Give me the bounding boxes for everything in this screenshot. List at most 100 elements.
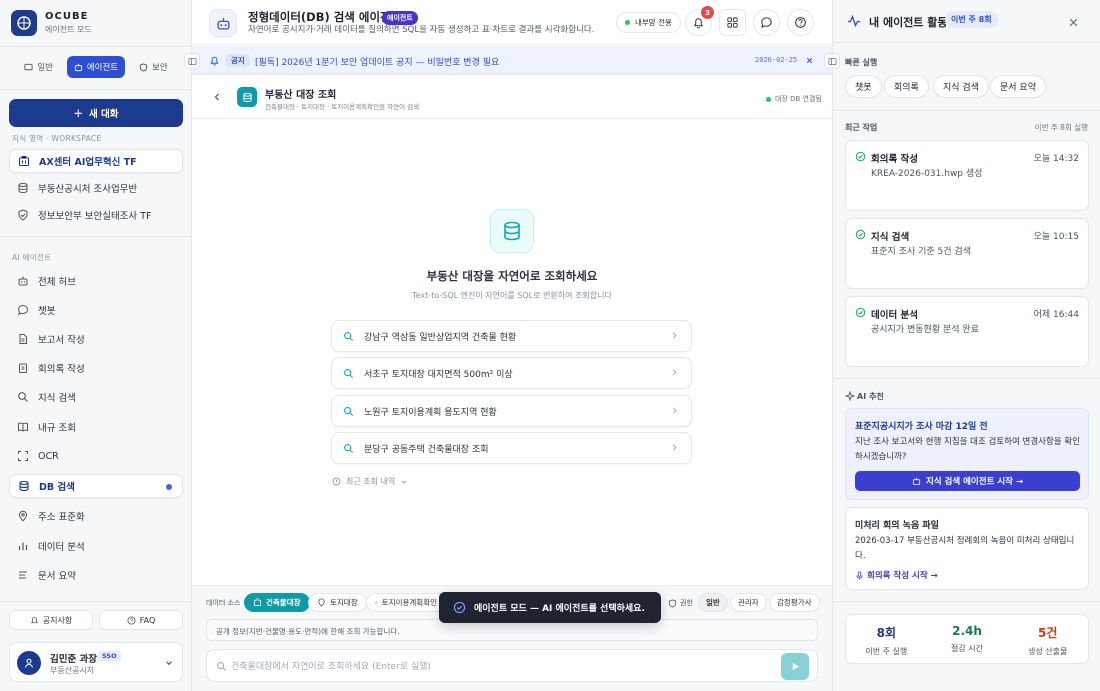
mode-agent[interactable]: 에이전트 — [67, 56, 125, 78]
sidebar-item-knowledge[interactable]: 지식 검색 — [9, 385, 183, 409]
mode-label: 보안 — [152, 63, 168, 73]
start-knowledge-agent-button[interactable]: 지식 검색 에이전트 시작 → — [855, 471, 1080, 491]
sidebar-item-chatbot[interactable]: 챗봇 — [9, 298, 183, 322]
start-minutes-link[interactable]: 회의록 작성 시작 → — [855, 569, 938, 581]
notice-button[interactable]: 공지사항 — [9, 610, 93, 630]
sidebar-item-summary[interactable]: 문서 요약 — [9, 563, 183, 587]
new-chat-button[interactable]: ＋ 새 대화 — [9, 99, 183, 127]
notice-text[interactable]: [필독] 2026년 1분기 보안 업데이트 공지 — 비밀번호 변경 필요 — [255, 55, 499, 68]
sidebar-item-label: 보고서 작성 — [38, 335, 85, 346]
help-icon — [795, 17, 806, 28]
sidebar-item-db-search[interactable]: DB 검색 — [9, 474, 183, 498]
task-card[interactable]: 회의록 작성 오늘 14:32 KREA-2026-031.hwp 생성 — [845, 140, 1089, 211]
notice-banner[interactable]: 공지 [필독] 2026년 1분기 보안 업데이트 공지 — 비밀번호 변경 필… — [192, 46, 832, 75]
mode-general[interactable]: 일반 — [10, 56, 67, 78]
sidebar-item-label: 회의록 작성 — [38, 364, 85, 375]
datasource-label: 토지이용계획확인 — [381, 598, 437, 607]
messages-button[interactable] — [753, 9, 780, 36]
sidebar-item-label: 문서 요약 — [38, 571, 76, 582]
suggestion-item[interactable]: 서초구 토지대장 대지면적 500m² 이상 — [331, 357, 692, 389]
send-button[interactable] — [781, 653, 809, 680]
quick-minutes-button[interactable]: 회의록 — [884, 75, 929, 98]
suggestion-text: 서초구 토지대장 대지면적 500m² 이상 — [364, 369, 513, 380]
mode-security[interactable]: 보안 — [125, 56, 182, 78]
task-name: 지식 검색 — [871, 232, 910, 243]
panel-left-icon — [187, 57, 197, 65]
search-icon — [217, 662, 226, 671]
recent-queries-toggle[interactable]: 최근 조회 내역 — [332, 476, 408, 487]
sidebar-item-label: DB 검색 — [39, 482, 75, 493]
panel-collapse-button[interactable] — [824, 53, 840, 69]
faq-button[interactable]: FAQ — [99, 610, 183, 630]
shield-icon — [668, 598, 677, 608]
notifications-button[interactable]: 3 — [685, 6, 714, 36]
sso-badge: SSO — [98, 651, 121, 661]
location-pin-icon — [18, 510, 28, 522]
chevron-right-icon — [672, 332, 677, 339]
chevron-left-icon[interactable] — [212, 92, 222, 102]
search-icon — [344, 368, 353, 378]
permission-chip-label: 감정평가사 — [777, 598, 812, 607]
workspace-item-realestate[interactable]: 부동산공시처 조사업무반 — [9, 176, 183, 200]
permission-chip-general[interactable]: 일반 — [698, 593, 728, 612]
task-card[interactable]: 지식 검색 오늘 10:15 표준지 조사 기준 5건 검색 — [845, 218, 1089, 289]
help-icon — [127, 615, 136, 625]
activity-icon — [848, 14, 860, 28]
permission-label-text: 권한 — [680, 599, 693, 607]
divider — [0, 46, 192, 47]
quick-chatbot-button[interactable]: 챗봇 — [845, 75, 882, 98]
sidebar-item-rules[interactable]: 내규 조회 — [9, 415, 183, 439]
sidebar-item-minutes[interactable]: 회의록 작성 — [9, 356, 183, 380]
shield-icon — [139, 62, 148, 72]
help-button[interactable] — [787, 9, 814, 36]
permission-chip-appraiser[interactable]: 감정평가사 — [769, 593, 820, 612]
sidebar-item-hub[interactable]: 전체 허브 — [9, 269, 183, 293]
permission-chip-label: 일반 — [706, 598, 720, 607]
sidebar-item-report[interactable]: 보고서 작성 — [9, 327, 183, 351]
quick-label: 챗봇 — [855, 83, 872, 93]
apps-button[interactable] — [719, 9, 746, 36]
stat-value: 5건 — [1037, 626, 1058, 640]
datasource-chip-land[interactable]: 토지대장 — [308, 593, 367, 612]
quick-summary-button[interactable]: 문서 요약 — [990, 75, 1046, 98]
suggestion-item[interactable]: 분당구 공동주택 건축물대장 조회 — [331, 432, 692, 464]
hero-database-icon — [490, 209, 534, 253]
task-card[interactable]: 데이터 분석 어제 16:44 공시지가 변동현황 분석 완료 — [845, 296, 1089, 367]
sidebar-collapse-button[interactable] — [184, 53, 200, 69]
quick-label: 문서 요약 — [1000, 83, 1036, 93]
close-icon[interactable] — [805, 56, 814, 65]
hero-title: 부동산 대장을 자연어로 조회하세요 — [426, 269, 598, 283]
recommendation-card: 표준지공시지가 조사 마감 12일 전 지난 조사 보고서와 현행 지침을 대조… — [845, 408, 1089, 500]
query-input[interactable] — [231, 658, 771, 675]
robot-icon — [18, 276, 28, 286]
workspace-item-ax[interactable]: AX센터 AI업무혁신 TF — [9, 149, 183, 173]
suggestion-item[interactable]: 강남구 역삼동 일반상업지역 건축물 현황 — [331, 320, 692, 352]
datasource-chip-building[interactable]: 건축물대장 — [244, 593, 310, 612]
workspace-title: 지식 영역 · WORKSPACE — [12, 134, 102, 143]
warning-icon — [375, 601, 378, 604]
location-pin-icon — [318, 598, 325, 607]
chevron-right-icon — [672, 444, 677, 451]
quick-label: 회의록 — [894, 83, 919, 93]
panel-header: 내 에이전트 활동 이번 주 8회 — [833, 0, 1100, 43]
brand[interactable]: OCUBE 에이전트 모드 — [11, 10, 92, 36]
quick-knowledge-button[interactable]: 지식 검색 — [933, 75, 989, 98]
datasource-chip-landuse[interactable]: 토지이용계획확인 — [366, 593, 446, 612]
permission-chip-admin[interactable]: 관리자 — [730, 593, 767, 612]
query-input-box[interactable] — [206, 649, 818, 682]
sidebar-item-ocr[interactable]: OCR — [9, 444, 183, 468]
sidebar-item-address[interactable]: 주소 표준화 — [9, 504, 183, 528]
page-subtitle: 자연어로 공시지가·거래 데이터를 질의하면 SQL을 자동 생성하고 표·차트… — [248, 25, 595, 35]
suggestion-item[interactable]: 노원구 토지이용계획 용도지역 현황 — [331, 395, 692, 427]
recommendation-button-label: 지식 검색 에이전트 시작 → — [925, 477, 1024, 487]
db-status-label: 대장 DB 연결됨 — [775, 95, 822, 103]
task-desc: 표준지 조사 기준 5건 검색 — [871, 247, 971, 257]
user-card[interactable]: 김민준 과장 SSO 부동산공시처 — [9, 642, 183, 682]
recommendation-link-label: 회의록 작성 시작 → — [867, 571, 938, 581]
active-indicator — [166, 484, 172, 490]
sidebar-item-label: 주소 표준화 — [38, 512, 85, 523]
sidebar-item-analysis[interactable]: 데이터 분석 — [9, 534, 183, 558]
close-icon[interactable] — [1068, 17, 1079, 28]
workspace-item-security[interactable]: 정보보안부 보안실태조사 TF — [9, 203, 183, 227]
brand-name: OCUBE — [45, 11, 89, 22]
